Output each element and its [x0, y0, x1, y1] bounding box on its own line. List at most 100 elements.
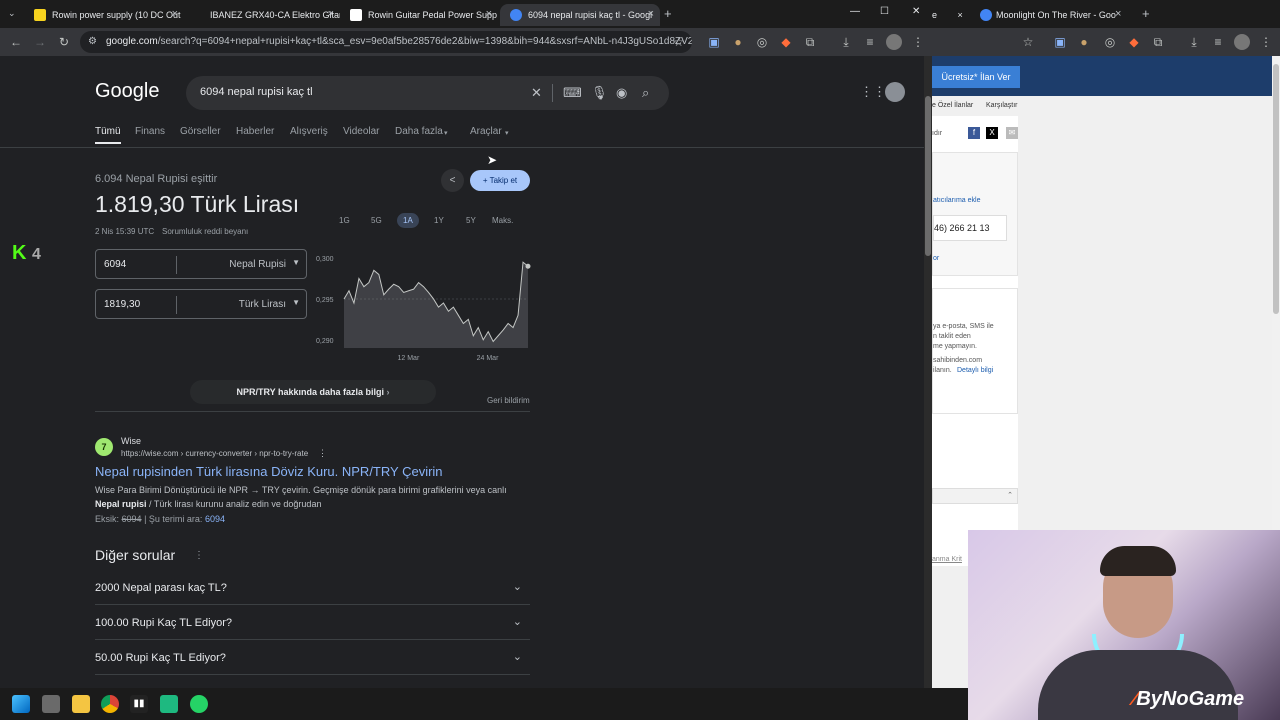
facebook-icon[interactable]: f [968, 127, 980, 139]
tab-finance[interactable]: Finans [135, 126, 165, 137]
x-twitter-icon[interactable]: X [986, 127, 998, 139]
tab-more[interactable]: Daha fazla [395, 126, 443, 137]
reload-icon[interactable]: ↻ [56, 34, 72, 50]
reading-list-icon[interactable]: ≡ [1210, 34, 1226, 50]
from-amount-field[interactable]: 6094 Nepal Rupisi ▼ [95, 249, 307, 279]
email-icon[interactable]: ✉ [1006, 127, 1018, 139]
translate-extension-icon[interactable]: ▣ [706, 34, 722, 50]
tab-search-icon[interactable]: ⌄ [8, 8, 16, 19]
extension-icon[interactable]: ◎ [754, 34, 770, 50]
new-tab-icon[interactable]: + [1142, 6, 1150, 21]
address-bar[interactable]: ⚙ google.com/search?q=6094+nepal+rupisi+… [80, 31, 692, 53]
criteria-link[interactable]: anma Krit [932, 556, 962, 563]
account-avatar[interactable] [885, 82, 905, 102]
google-logo[interactable]: Google [95, 80, 160, 103]
faq-item[interactable]: 50.00 Rupi Kaç TL Ediyor? ⌄ [95, 640, 530, 675]
scrollbar-thumb[interactable] [925, 96, 931, 256]
close-tab-icon[interactable]: × [648, 8, 654, 20]
follow-button[interactable]: + Takip et [470, 170, 530, 191]
detail-info-link[interactable]: Detaylı bilgi [957, 367, 993, 374]
range-5d[interactable]: 5G [371, 216, 382, 225]
faq-item[interactable]: 100.00 Rupi Kaç TL Ediyor? ⌄ [95, 605, 530, 640]
download-icon[interactable]: ⤓ [838, 34, 854, 50]
disclaimer-link[interactable]: Sorumluluk reddi beyanı [162, 227, 248, 236]
search-box[interactable]: 6094 nepal rupisi kaç tl ✕ ⌨ 🎙 ◉ ⌕ [186, 76, 669, 110]
tab-1[interactable]: Rowin power supply (10 DC Out × [24, 4, 184, 26]
more-info-button[interactable]: NPR/TRY hakkında daha fazla bilgi › [190, 380, 436, 404]
audio-app-icon[interactable]: ▮▮ [130, 695, 148, 713]
clear-icon[interactable]: ✕ [531, 85, 542, 101]
apps-grid-icon[interactable]: ⋮⋮ [860, 84, 886, 100]
more-options-icon[interactable]: ⋮ [318, 448, 327, 459]
maximize-button[interactable]: ☐ [880, 6, 889, 17]
microphone-icon[interactable]: 🎙 [591, 85, 608, 101]
new-tab-icon[interactable]: + [664, 6, 672, 21]
file-explorer-icon[interactable] [72, 695, 90, 713]
search-input[interactable]: 6094 nepal rupisi kaç tl [200, 86, 313, 98]
extension-icon[interactable]: ◆ [1126, 34, 1142, 50]
extension-icon[interactable]: ◎ [1102, 34, 1118, 50]
menu-icon[interactable]: ⋮ [910, 34, 926, 50]
range-1m[interactable]: 1A [397, 213, 419, 228]
range-1d[interactable]: 1G [339, 216, 350, 225]
minimize-button[interactable]: — [850, 6, 860, 17]
tab-moonlight[interactable]: Moonlight On The River - Goo [976, 4, 1126, 26]
close-tab-icon[interactable]: × [328, 8, 334, 20]
add-favorite-seller-link[interactable]: atıcılarıma ekle [933, 197, 980, 204]
scrollbar[interactable] [924, 56, 932, 688]
close-tab-icon[interactable]: × [486, 8, 492, 20]
extension-icon[interactable]: ● [730, 34, 746, 50]
range-1y[interactable]: 1Y [434, 216, 444, 225]
from-currency-select[interactable]: Nepal Rupisi [229, 259, 286, 270]
bookmark-star-icon[interactable]: ☆ [673, 31, 684, 53]
reading-list-icon[interactable]: ≡ [862, 34, 878, 50]
from-value[interactable]: 6094 [104, 259, 126, 270]
chrome-icon[interactable] [101, 695, 119, 713]
bookmark-star-icon[interactable]: ☆ [1020, 34, 1036, 50]
phone-box[interactable]: 46) 266 21 13 [933, 215, 1007, 241]
task-view-icon[interactable] [42, 695, 60, 713]
site-info-icon[interactable]: ⚙ [88, 31, 97, 53]
close-tab-icon[interactable]: × [172, 8, 178, 20]
compare-link[interactable]: Karşılaştır [986, 102, 1018, 109]
extension-icon[interactable]: ● [1076, 34, 1092, 50]
to-currency-select[interactable]: Türk Lirası [239, 299, 286, 310]
close-tab-icon[interactable]: × [958, 10, 963, 20]
faq-more-icon[interactable]: ⋮ [194, 550, 204, 561]
rate-chart[interactable]: 0,300 0,295 0,290 12 Mar 24 Mar [310, 246, 535, 366]
lens-icon[interactable]: ◉ [616, 85, 627, 101]
tab-images[interactable]: Görseller [180, 126, 221, 137]
profile-avatar[interactable] [1234, 34, 1250, 50]
whatsapp-icon[interactable] [190, 695, 208, 713]
back-icon[interactable]: ← [8, 34, 24, 50]
faq-item[interactable]: 2000 Nepal parası kaç TL? ⌄ [95, 570, 530, 605]
extension-icon[interactable]: ◆ [778, 34, 794, 50]
close-tab-icon[interactable]: × [1115, 8, 1121, 20]
share-button[interactable]: < [441, 169, 464, 192]
tab-2[interactable]: IBANEZ GRX40-CA Elektro Gitar × [182, 4, 340, 26]
tab-3[interactable]: Rowin Guitar Pedal Power Supp × [340, 4, 498, 26]
app-icon[interactable] [160, 695, 178, 713]
tab-all[interactable]: Tümü [95, 126, 121, 144]
post-ad-button[interactable]: Ücretsiz* İlan Ver [932, 66, 1020, 88]
tab-shopping[interactable]: Alışveriş [290, 126, 328, 137]
must-include-link[interactable]: 6094 [205, 514, 225, 524]
menu-icon[interactable]: ⋮ [1258, 34, 1274, 50]
scrollbar-thumb[interactable] [1273, 64, 1279, 314]
range-5y[interactable]: 5Y [466, 216, 476, 225]
tab-news[interactable]: Haberler [236, 126, 274, 137]
keyboard-icon[interactable]: ⌨ [563, 85, 582, 101]
to-value[interactable]: 1819,30 [104, 299, 140, 310]
collapsible-header[interactable]: ⌃ [932, 488, 1018, 504]
tab-videos[interactable]: Videolar [343, 126, 380, 137]
feedback-link[interactable]: Geri bildirim [487, 396, 530, 405]
result-breadcrumb[interactable]: https://wise.com › currency-converter › … [121, 449, 308, 458]
puzzle-extensions-icon[interactable]: ⧉ [802, 34, 818, 50]
download-icon[interactable]: ⤓ [1186, 34, 1202, 50]
translate-extension-icon[interactable]: ▣ [1052, 34, 1068, 50]
tab-tools[interactable]: Araçlar [470, 126, 502, 137]
special-listings-link[interactable]: e Özel İlanlar [932, 102, 973, 109]
puzzle-extensions-icon[interactable]: ⧉ [1150, 34, 1166, 50]
result-site-name[interactable]: Wise [121, 436, 141, 446]
range-max[interactable]: Maks. [492, 216, 513, 225]
